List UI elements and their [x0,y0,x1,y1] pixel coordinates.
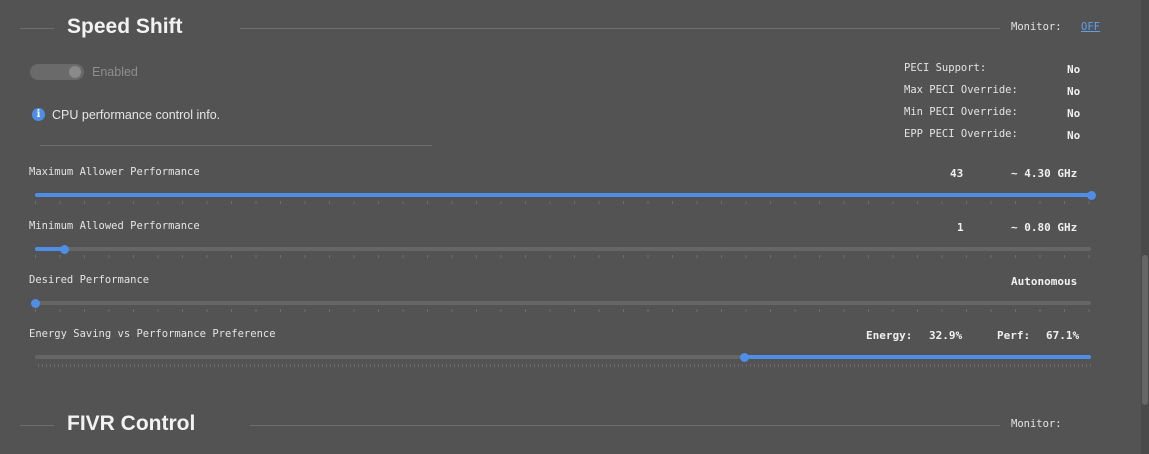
slider-thumb[interactable] [1086,190,1096,200]
scrollbar-thumb[interactable] [1142,255,1148,405]
max-peci-override-value: No [1067,85,1081,98]
info-divider [40,145,432,146]
info-icon[interactable]: i [32,108,45,121]
slider-thumb[interactable] [59,244,69,254]
vertical-scrollbar[interactable] [1141,0,1149,454]
speed-shift-title: Speed Shift [67,15,183,38]
max-performance-value: 43 [950,167,964,180]
monitor-label: Monitor: [1011,21,1062,33]
info-text: CPU performance control info. [52,108,221,122]
epp-peci-override-label: EPP PECI Override: [904,128,1018,140]
energy-label: Energy: [866,329,913,342]
perf-value: 67.1% [1046,329,1080,342]
section-divider-left [20,28,54,29]
peci-support-label: PECI Support: [904,62,987,74]
epp-slider[interactable] [35,352,1091,362]
slider-fill [35,193,1091,197]
epp-label: Energy Saving vs Performance Preference [29,328,276,340]
desired-performance-value: Autonomous [1011,275,1078,288]
slider-thumb[interactable] [30,298,40,308]
perf-label: Perf: [997,329,1031,342]
min-performance-value: 1 [957,221,964,234]
slider-fill [744,355,1091,359]
energy-value: 32.9% [929,329,963,342]
min-peci-override-label: Min PECI Override: [904,106,1018,118]
min-performance-freq: ~ 0.80 GHz [1011,221,1078,234]
max-slider-ticks [35,201,1091,204]
epp-slider-ticks [38,364,1091,367]
fivr-control-title: FIVR Control [67,412,196,435]
max-peci-override-label: Max PECI Override: [904,84,1018,96]
desired-performance-label: Desired Performance [29,274,150,286]
min-performance-slider[interactable] [35,244,1091,254]
epp-peci-override-value: No [1067,129,1081,142]
min-slider-ticks [35,255,1091,258]
max-performance-slider[interactable] [35,190,1096,200]
peci-support-value: No [1067,63,1081,76]
min-peci-override-value: No [1067,107,1081,120]
fivr-divider-right [250,425,1000,426]
enabled-toggle[interactable] [30,64,84,80]
section-divider-right [240,28,1000,29]
enabled-label: Enabled [92,65,138,79]
min-performance-label: Minimum Allowed Performance [29,220,200,232]
fivr-divider-left [20,425,54,426]
max-performance-freq: ~ 4.30 GHz [1011,167,1078,180]
max-performance-label: Maximum Allower Performance [29,166,200,178]
toggle-knob [69,66,81,78]
slider-thumb[interactable] [739,352,749,362]
desired-performance-slider[interactable] [30,298,1091,308]
fivr-monitor-label: Monitor: [1011,418,1062,430]
monitor-toggle-link[interactable]: OFF [1081,21,1100,33]
desired-slider-ticks [35,309,1091,312]
